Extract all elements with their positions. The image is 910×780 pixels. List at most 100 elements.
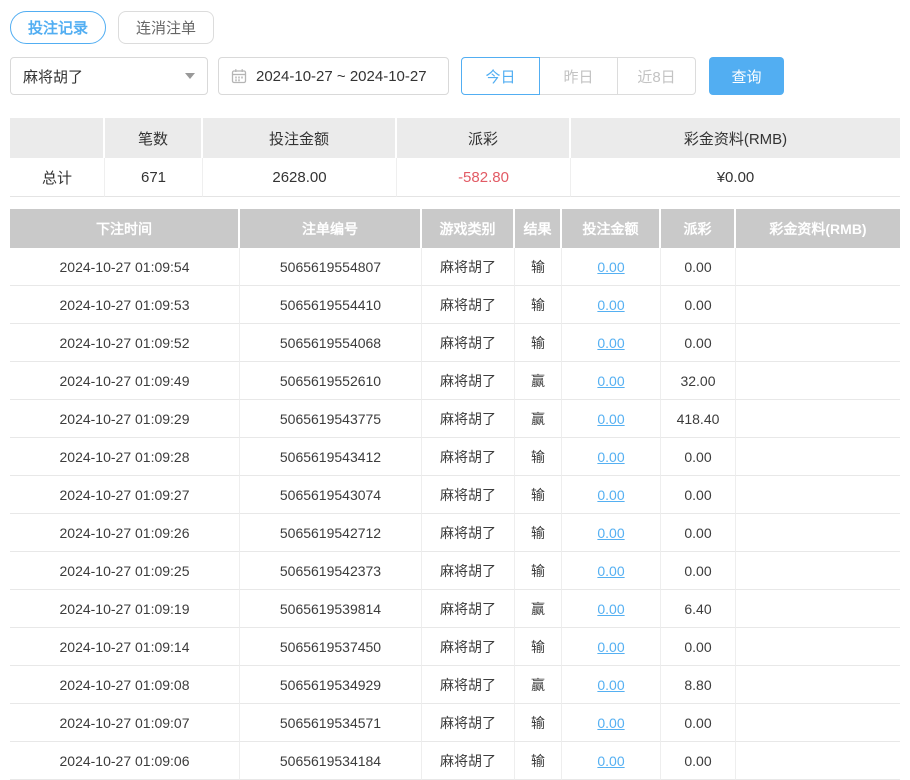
- tab-cancelled-bets[interactable]: 连消注单: [118, 11, 214, 44]
- record-bet-id: 5065619534571: [240, 704, 422, 742]
- record-bonus: [736, 704, 900, 742]
- filter-toolbar: 麻将胡了 2024-10-27 ~ 2024-10-27 今日 昨: [10, 57, 900, 95]
- summary-total-count: 671: [105, 158, 203, 197]
- record-result: 输: [515, 476, 562, 514]
- calendar-icon: [231, 68, 247, 84]
- record-payout: 0.00: [661, 704, 736, 742]
- chevron-down-icon: [185, 73, 195, 79]
- record-result: 输: [515, 286, 562, 324]
- record-game: 麻将胡了: [422, 362, 515, 400]
- record-bonus: [736, 514, 900, 552]
- summary-total-row: 总计 671 2628.00 -582.80 ¥0.00: [10, 158, 900, 197]
- record-bet-id: 5065619543412: [240, 438, 422, 476]
- summary-header-payout: 派彩: [397, 118, 571, 158]
- record-game: 麻将胡了: [422, 742, 515, 780]
- record-bonus: [736, 552, 900, 590]
- record-bonus: [736, 628, 900, 666]
- record-bonus: [736, 248, 900, 286]
- record-bet-id: 5065619554068: [240, 324, 422, 362]
- record-bet-id: 5065619534184: [240, 742, 422, 780]
- bet-amount-link[interactable]: 0.00: [597, 563, 624, 579]
- record-bet-id: 5065619543074: [240, 476, 422, 514]
- bet-amount-link[interactable]: 0.00: [597, 753, 624, 769]
- record-payout: 0.00: [661, 438, 736, 476]
- record-time: 2024-10-27 01:09:25: [10, 552, 240, 590]
- quick-range-yesterday-label: 昨日: [563, 66, 593, 87]
- summary-total-bonus: ¥0.00: [571, 158, 900, 197]
- tab-betting-records[interactable]: 投注记录: [10, 11, 106, 44]
- betting-records-page: 投注记录 连消注单 麻将胡了 2024-10-27 ~ 2024-10-27: [0, 11, 910, 780]
- records-header-payout: 派彩: [661, 209, 736, 248]
- quick-range-today[interactable]: 今日: [461, 57, 540, 95]
- record-bonus: [736, 286, 900, 324]
- summary-header-count: 笔数: [105, 118, 203, 158]
- records-header-row: 下注时间 注单编号 游戏类别 结果 投注金额 派彩 彩金资料(RMB): [10, 209, 900, 248]
- record-result: 输: [515, 514, 562, 552]
- record-result: 输: [515, 552, 562, 590]
- record-result: 输: [515, 438, 562, 476]
- record-result: 输: [515, 628, 562, 666]
- bet-amount-link[interactable]: 0.00: [597, 373, 624, 389]
- quick-range-today-label: 今日: [485, 66, 515, 87]
- record-payout: 0.00: [661, 476, 736, 514]
- records-header-game: 游戏类别: [422, 209, 515, 248]
- record-payout: 0.00: [661, 324, 736, 362]
- bet-amount-link[interactable]: 0.00: [597, 525, 624, 541]
- record-row: 2024-10-27 01:09:29 5065619543775 麻将胡了 赢…: [10, 400, 900, 438]
- bet-amount-link[interactable]: 0.00: [597, 601, 624, 617]
- bet-amount-link[interactable]: 0.00: [597, 449, 624, 465]
- date-range-picker[interactable]: 2024-10-27 ~ 2024-10-27: [218, 57, 449, 95]
- quick-range-last8days[interactable]: 近8日: [617, 57, 696, 95]
- record-game: 麻将胡了: [422, 324, 515, 362]
- bet-amount-link[interactable]: 0.00: [597, 715, 624, 731]
- records-header-time: 下注时间: [10, 209, 240, 248]
- bet-amount-link[interactable]: 0.00: [597, 297, 624, 313]
- record-game: 麻将胡了: [422, 666, 515, 704]
- bet-amount-link[interactable]: 0.00: [597, 411, 624, 427]
- record-row: 2024-10-27 01:09:53 5065619554410 麻将胡了 输…: [10, 286, 900, 324]
- record-bonus: [736, 742, 900, 780]
- record-result: 输: [515, 742, 562, 780]
- query-button[interactable]: 查询: [709, 57, 784, 95]
- bet-amount-link[interactable]: 0.00: [597, 639, 624, 655]
- record-game: 麻将胡了: [422, 438, 515, 476]
- summary-total-bet-amount: 2628.00: [203, 158, 397, 197]
- record-payout: 418.40: [661, 400, 736, 438]
- record-time: 2024-10-27 01:09:28: [10, 438, 240, 476]
- record-row: 2024-10-27 01:09:07 5065619534571 麻将胡了 输…: [10, 704, 900, 742]
- record-bonus: [736, 590, 900, 628]
- record-game: 麻将胡了: [422, 286, 515, 324]
- quick-range-yesterday[interactable]: 昨日: [539, 57, 618, 95]
- record-game: 麻将胡了: [422, 248, 515, 286]
- record-result: 赢: [515, 400, 562, 438]
- bet-amount-link[interactable]: 0.00: [597, 259, 624, 275]
- record-row: 2024-10-27 01:09:19 5065619539814 麻将胡了 赢…: [10, 590, 900, 628]
- record-game: 麻将胡了: [422, 514, 515, 552]
- records-header-bet-id: 注单编号: [240, 209, 422, 248]
- record-payout: 0.00: [661, 286, 736, 324]
- tab-cancelled-bets-label: 连消注单: [136, 17, 196, 38]
- game-select-value: 麻将胡了: [23, 66, 83, 87]
- game-select[interactable]: 麻将胡了: [10, 57, 208, 95]
- date-range-value: 2024-10-27 ~ 2024-10-27: [256, 68, 427, 85]
- record-bet-id: 5065619543775: [240, 400, 422, 438]
- record-bonus: [736, 362, 900, 400]
- summary-header-blank: [10, 118, 105, 158]
- bet-amount-link[interactable]: 0.00: [597, 677, 624, 693]
- record-time: 2024-10-27 01:09:14: [10, 628, 240, 666]
- record-row: 2024-10-27 01:09:26 5065619542712 麻将胡了 输…: [10, 514, 900, 552]
- bet-amount-link[interactable]: 0.00: [597, 487, 624, 503]
- record-time: 2024-10-27 01:09:49: [10, 362, 240, 400]
- summary-table: 笔数 投注金额 派彩 彩金资料(RMB) 总计 671 2628.00 -582…: [10, 118, 900, 197]
- record-time: 2024-10-27 01:09:27: [10, 476, 240, 514]
- record-time: 2024-10-27 01:09:53: [10, 286, 240, 324]
- bet-amount-link[interactable]: 0.00: [597, 335, 624, 351]
- record-game: 麻将胡了: [422, 552, 515, 590]
- records-header-bet-amount: 投注金额: [562, 209, 661, 248]
- record-payout: 0.00: [661, 514, 736, 552]
- record-time: 2024-10-27 01:09:06: [10, 742, 240, 780]
- record-time: 2024-10-27 01:09:29: [10, 400, 240, 438]
- record-time: 2024-10-27 01:09:54: [10, 248, 240, 286]
- record-type-tabs: 投注记录 连消注单: [10, 11, 900, 44]
- record-bet-id: 5065619537450: [240, 628, 422, 666]
